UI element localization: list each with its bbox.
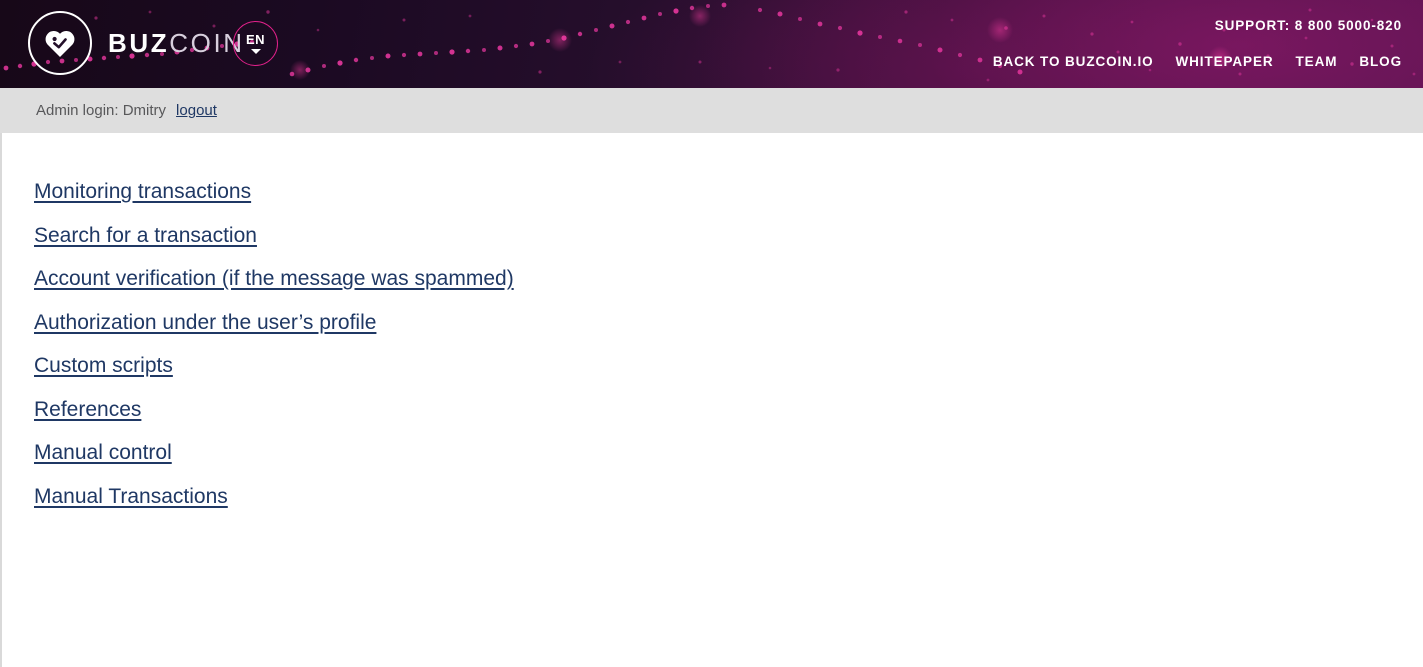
wordmark-bold: BUZ [108, 28, 170, 58]
header-inner: BUZCOIN EN SUPPORT: 8 800 5000-820 BACK … [0, 0, 1423, 88]
chevron-down-icon [250, 49, 261, 54]
link-manual-transactions[interactable]: Manual Transactions [34, 486, 228, 507]
support-phone: SUPPORT: 8 800 5000-820 [1214, 18, 1402, 33]
nav-item-blog[interactable]: BLOG [1359, 54, 1402, 69]
logout-link[interactable]: logout [176, 102, 217, 119]
header-nav: BACK TO BUZCOIN.IO WHITEPAPER TEAM BLOG [993, 54, 1402, 69]
link-custom-scripts[interactable]: Custom scripts [34, 355, 173, 376]
link-authorization-under-user-profile[interactable]: Authorization under the user’s profile [34, 312, 376, 333]
language-switcher[interactable]: EN [233, 21, 278, 66]
link-account-verification[interactable]: Account verification (if the message was… [34, 268, 514, 289]
link-manual-control[interactable]: Manual control [34, 442, 172, 463]
language-switcher-label: EN [245, 32, 266, 47]
nav-item-back-to-buzcoin[interactable]: BACK TO BUZCOIN.IO [993, 54, 1154, 69]
link-references[interactable]: References [34, 399, 141, 420]
admin-bar: Admin login: Dmitry logout [0, 88, 1423, 133]
admin-link-list: Monitoring transactions Search for a tra… [34, 181, 514, 529]
site-header: BUZCOIN EN SUPPORT: 8 800 5000-820 BACK … [0, 0, 1423, 88]
nav-item-team[interactable]: TEAM [1296, 54, 1338, 69]
link-search-for-a-transaction[interactable]: Search for a transaction [34, 225, 257, 246]
heart-circle-logo-icon [28, 11, 92, 75]
admin-login-label: Admin login: Dmitry [36, 102, 167, 119]
nav-item-whitepaper[interactable]: WHITEPAPER [1176, 54, 1274, 69]
link-monitoring-transactions[interactable]: Monitoring transactions [34, 181, 251, 202]
page-root: BUZCOIN EN SUPPORT: 8 800 5000-820 BACK … [0, 0, 1423, 667]
brand-wordmark: BUZCOIN [108, 30, 245, 56]
main-content: Monitoring transactions Search for a tra… [0, 133, 1423, 667]
brand-logo[interactable]: BUZCOIN [28, 11, 245, 75]
